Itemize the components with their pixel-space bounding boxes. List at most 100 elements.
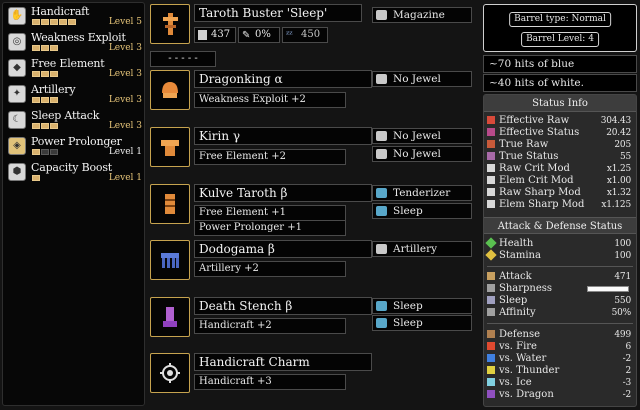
white-hits-note: ~40 hits of white. — [483, 74, 637, 92]
skills-panel: ✋ Handicraft Level 5 ◎ Weakness Exploit … — [2, 2, 145, 406]
skill-row[interactable]: ◎ Weakness Exploit Level 3 — [6, 31, 144, 54]
thunder-icon — [487, 366, 495, 374]
jewel-slot[interactable]: Sleep — [372, 298, 472, 314]
status-icon — [487, 152, 495, 160]
armor-skill: Weakness Exploit +2 — [194, 92, 346, 108]
armor-slot-chest[interactable]: Kirin γ Free Element +2 No Jewel No Jewe… — [150, 127, 473, 179]
jewel-slot[interactable]: No Jewel — [372, 146, 472, 162]
stat-row: Raw Crit Mod x1.25 — [487, 163, 633, 175]
weapon-element-value: 450 — [301, 29, 321, 40]
armor-skill: Handicraft +2 — [194, 318, 346, 334]
greaves-icon — [150, 297, 190, 337]
skill-level: Level 3 — [108, 69, 142, 79]
stamina-icon — [485, 249, 497, 261]
charm-slot[interactable]: Handicraft Charm Handicraft +3 — [150, 353, 473, 405]
stat-row: vs. Thunder 2 — [487, 365, 633, 377]
skill-level: Level 1 — [108, 147, 142, 157]
jewel-slot-label: Sleep — [393, 317, 423, 329]
weapon-affinity: ✎ 0% — [238, 27, 280, 43]
raw-icon — [487, 140, 495, 148]
jewel-slot[interactable]: Tenderizer — [372, 185, 472, 201]
attack-defense-header: Attack & Defense Status — [484, 217, 636, 234]
jewel-icon — [376, 206, 387, 216]
skill-level-pips — [32, 45, 58, 52]
status-info-panel: Status Info Effective Raw 304.43 Effectiv… — [483, 94, 637, 407]
barrel-type: Barrel type: Normal — [509, 12, 611, 27]
jewel-slot-label: Sleep — [393, 300, 423, 312]
affinity-icon — [487, 308, 495, 316]
armor-skill: Free Element +2 — [194, 149, 346, 165]
divider — [487, 266, 633, 267]
skill-level: Level 3 — [108, 121, 142, 131]
skill-level-pips — [32, 175, 40, 182]
weapon-affinity-value: 0% — [255, 29, 271, 40]
blue-hits-note: ~70 hits of blue — [483, 55, 637, 73]
skill-row[interactable]: ⬢ Capacity Boost Level 1 — [6, 161, 144, 184]
sharpness-icon — [487, 284, 495, 292]
raw-icon — [487, 116, 495, 124]
weapon-slot[interactable]: Taroth Buster 'Sleep' 437 ✎ 0% ᶻᶻ 450 Ma… — [150, 4, 473, 67]
barrel-level: Barrel Level: 4 — [521, 32, 599, 47]
jewel-icon — [376, 301, 387, 311]
ice-icon — [487, 378, 495, 386]
charm-icon — [150, 353, 190, 393]
jewel-slot[interactable]: Sleep — [372, 203, 472, 219]
jewel-slot[interactable]: Sleep — [372, 315, 472, 331]
jewel-slot-label: No Jewel — [393, 148, 441, 160]
stat-row: Affinity 50% — [487, 307, 633, 319]
jewel-slot[interactable]: No Jewel — [372, 128, 472, 144]
armor-skill: Free Element +1 — [194, 205, 346, 221]
charm-name: Handicraft Charm — [194, 353, 372, 371]
armor-skill: Artillery +2 — [194, 261, 346, 277]
skill-level: Level 5 — [108, 17, 142, 27]
armor-slot-arms[interactable]: Kulve Taroth β Free Element +1 Power Pro… — [150, 184, 473, 236]
stat-row: Raw Sharp Mod x1.32 — [487, 187, 633, 199]
stat-row: Elem Sharp Mod x1.125 — [487, 199, 633, 211]
jewel-slot[interactable]: No Jewel — [372, 71, 472, 87]
jewel-slot-label: Artillery — [393, 243, 438, 255]
armor-name: Death Stench β — [194, 297, 372, 315]
skill-level-pips — [32, 123, 58, 130]
prolonger-icon: ◈ — [8, 137, 26, 155]
divider — [487, 323, 633, 324]
skill-name: Free Element — [31, 57, 105, 70]
stat-row: True Status 55 — [487, 151, 633, 163]
sharp-icon — [487, 200, 495, 208]
stat-row: vs. Dragon -2 — [487, 389, 633, 401]
stat-row: Health 100 — [485, 237, 633, 250]
jewel-icon — [376, 318, 387, 328]
armor-slot-legs[interactable]: Death Stench β Handicraft +2 Sleep Sleep — [150, 297, 473, 349]
skill-row[interactable]: ◈ Power Prolonger Level 1 — [6, 135, 144, 158]
fire-icon — [487, 342, 495, 350]
skill-level-pips — [32, 149, 58, 156]
stat-row: Effective Raw 304.43 — [487, 115, 633, 127]
weapon-element: ᶻᶻ 450 — [282, 27, 328, 43]
skill-row[interactable]: ✦ Artillery Level 3 — [6, 83, 144, 106]
skill-name: Artillery — [31, 83, 76, 96]
jewel-slot[interactable]: Artillery — [372, 241, 472, 257]
skill-level-pips — [32, 97, 58, 104]
jewel-icon — [376, 149, 387, 159]
attack-icon — [487, 272, 495, 280]
armor-slot-waist[interactable]: Dodogama β Artillery +2 Artillery — [150, 240, 473, 292]
craft-hand-icon: ✋ — [8, 7, 26, 25]
skill-level-pips — [32, 71, 58, 78]
weapon-defense: 437 — [194, 27, 236, 43]
chest-armor-icon — [150, 127, 190, 167]
jewel-icon — [376, 74, 387, 84]
stat-row: Attack 471 — [487, 271, 633, 283]
jewel-slot[interactable]: Magazine — [372, 7, 472, 23]
sharp-icon — [487, 188, 495, 196]
affinity-icon: ✎ — [242, 30, 251, 41]
weakness-icon: ◎ — [8, 33, 26, 51]
weapon-name: Taroth Buster 'Sleep' — [194, 4, 362, 22]
artillery-icon: ✦ — [8, 85, 26, 103]
armor-name: Dragonking α — [194, 70, 372, 88]
gauntlet-icon — [150, 184, 190, 224]
skill-row[interactable]: ✋ Handicraft Level 5 — [6, 5, 144, 28]
barrel-info-panel: Barrel type: Normal Barrel Level: 4 — [483, 4, 637, 52]
skill-row[interactable]: ☾ Sleep Attack Level 3 — [6, 109, 144, 132]
armor-slot-head[interactable]: Dragonking α Weakness Exploit +2 No Jewe… — [150, 70, 473, 122]
skill-row[interactable]: ◆ Free Element Level 3 — [6, 57, 144, 80]
health-icon — [485, 237, 497, 249]
